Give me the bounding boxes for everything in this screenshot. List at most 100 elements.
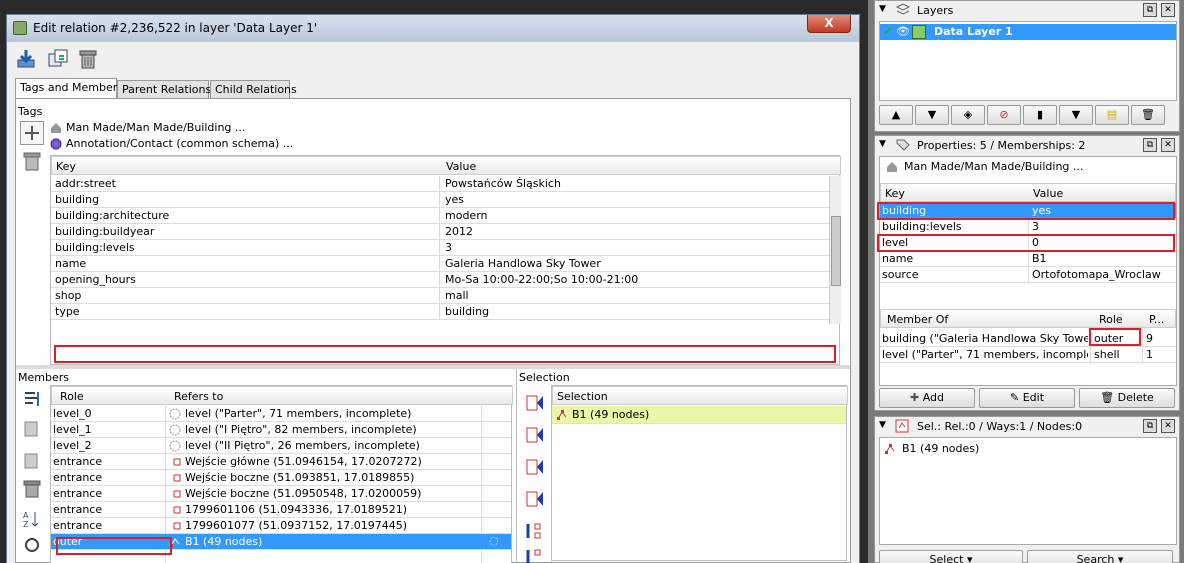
add-after-icon[interactable]: [525, 457, 545, 477]
selection-icon: [895, 419, 909, 436]
properties-table-header: Key Value: [880, 183, 1176, 202]
tag-value: 3: [445, 241, 452, 254]
highlight-outer-role: [56, 537, 172, 555]
tag-row[interactable]: shop mall: [51, 288, 829, 304]
move-down-icon[interactable]: [22, 419, 42, 439]
select-button[interactable]: Select ▾: [879, 550, 1023, 563]
edit-member-icon[interactable]: [22, 451, 42, 471]
col-key[interactable]: Key: [885, 187, 905, 200]
tag-key: building:levels: [55, 241, 135, 254]
dock-button[interactable]: ⧉: [1143, 419, 1157, 433]
toggle-visibility-button[interactable]: ⊘: [987, 105, 1021, 125]
tag-row[interactable]: building:buildyear 2012: [51, 224, 829, 240]
tag-row[interactable]: name Galeria Handlowa Sky Tower: [51, 256, 829, 272]
title-bar[interactable]: Edit relation #2,236,522 in layer 'Data …: [6, 14, 860, 42]
layer-item[interactable]: ✔ 👁 Data Layer 1: [880, 24, 1176, 40]
properties-preset[interactable]: Man Made/Man Made/Building ...: [882, 159, 1172, 175]
member-row[interactable]: entrance Wejście boczne (51.093851, 17.01…: [51, 470, 511, 486]
remove-member-icon[interactable]: [22, 479, 42, 499]
delete-button[interactable]: 🗑 Delete: [1079, 388, 1175, 408]
col-position[interactable]: P...: [1149, 313, 1164, 326]
preset-contact[interactable]: Annotation/Contact (common schema) ...: [50, 137, 450, 151]
close-properties-button[interactable]: ✕: [1161, 138, 1175, 152]
tag-key: building:architecture: [55, 209, 170, 222]
add-before-icon[interactable]: [525, 425, 545, 445]
member-row[interactable]: entrance Wejście boczne (51.0950548, 17.0…: [51, 486, 511, 502]
opacity-button[interactable]: ▮: [1023, 105, 1057, 125]
property-row[interactable]: source Ortofotomapa_Wroclaw: [880, 267, 1176, 283]
property-row[interactable]: name B1: [880, 251, 1176, 267]
col-role[interactable]: Role: [60, 390, 84, 403]
member-ref: level ("I Piętro", 82 members, incomplet…: [185, 423, 417, 436]
col-value[interactable]: Value: [446, 160, 476, 173]
tag-row[interactable]: building yes: [51, 192, 829, 208]
col-selection[interactable]: Selection: [557, 390, 608, 403]
reverse-icon[interactable]: [22, 535, 42, 555]
select-members-icon[interactable]: [525, 521, 545, 541]
visible-eye-icon[interactable]: 👁: [896, 25, 910, 38]
layers-panel: ▼ Layers ⧉ ✕ ✔ 👁 Data Layer 1 ▲ ▼ ◈ ⊘ ▮ …: [874, 0, 1180, 132]
properties-title: Properties: 5 / Memberships: 2: [917, 139, 1086, 152]
remove-selected-icon[interactable]: [525, 547, 545, 563]
membership-role: shell: [1094, 348, 1120, 361]
tag-row[interactable]: type building: [51, 304, 829, 320]
window-title: Edit relation #2,236,522 in layer 'Data …: [33, 21, 318, 35]
close-selection-button[interactable]: ✕: [1161, 419, 1175, 433]
active-check-icon[interactable]: ✔: [883, 25, 892, 38]
member-row[interactable]: entrance 1799601106 (51.0943336, 17.01895…: [51, 502, 511, 518]
member-row[interactable]: level_1 level ("I Piętro", 82 members, in…: [51, 422, 511, 438]
collapse-icon[interactable]: ▼: [879, 4, 886, 14]
dock-button[interactable]: ⧉: [1143, 3, 1157, 17]
add-top-icon[interactable]: [525, 393, 545, 413]
sort-icon[interactable]: [22, 389, 42, 409]
collapse-icon[interactable]: ▼: [879, 139, 886, 149]
delete-tag-icon[interactable]: [22, 151, 42, 171]
sort-az-icon[interactable]: AZ: [22, 509, 42, 529]
col-value[interactable]: Value: [1033, 187, 1063, 200]
collapse-icon[interactable]: ▼: [879, 420, 886, 430]
col-member-of[interactable]: Member Of: [887, 313, 948, 326]
properties-panel: ▼ Properties: 5 / Memberships: 2 ⧉ ✕ Man…: [874, 135, 1180, 411]
add-bottom-icon[interactable]: [525, 489, 545, 509]
col-role[interactable]: Role: [1099, 313, 1123, 326]
col-key[interactable]: Key: [56, 160, 76, 173]
property-row[interactable]: building:levels 3: [880, 219, 1176, 235]
tag-row[interactable]: building:architecture modern: [51, 208, 829, 224]
tab-parent-relations[interactable]: Parent Relations: [117, 80, 211, 98]
add-button[interactable]: ✚ Add: [879, 388, 975, 408]
delete-icon[interactable]: [77, 48, 99, 70]
close-button[interactable]: X: [807, 15, 851, 33]
move-up-button[interactable]: ▲: [879, 105, 913, 125]
duplicate-icon[interactable]: [47, 48, 69, 70]
dock-button[interactable]: ⧉: [1143, 138, 1157, 152]
tab-tags-and-members[interactable]: Tags and Members: [15, 78, 123, 99]
move-down-button[interactable]: ▼: [915, 105, 949, 125]
member-row[interactable]: entrance Wejście główne (51.0946154, 17.0…: [51, 454, 511, 470]
tag-row[interactable]: addr:street Powstańców Śląskich: [51, 176, 829, 192]
delete-layer-button[interactable]: 🗑: [1131, 105, 1165, 125]
merge-layer-button[interactable]: ◈: [951, 105, 985, 125]
merge-down-button[interactable]: ▼: [1059, 105, 1093, 125]
search-button[interactable]: Search ▾: [1027, 550, 1173, 563]
preset-building[interactable]: Man Made/Man Made/Building ...: [50, 121, 450, 135]
member-role: level_2: [53, 439, 92, 452]
apply-icon[interactable]: [15, 48, 37, 70]
tags-scrollbar[interactable]: [829, 176, 841, 324]
tag-row[interactable]: building:levels 3: [51, 240, 829, 256]
tab-child-relations[interactable]: Child Relations: [210, 80, 297, 98]
membership-row[interactable]: level ("Parter", 71 members, incomplete)…: [880, 347, 1176, 363]
member-row[interactable]: level_2 level ("II Piętro", 26 members, i…: [51, 438, 511, 454]
add-tag-icon[interactable]: [20, 121, 44, 145]
edit-button[interactable]: ✎ Edit: [979, 388, 1075, 408]
member-row[interactable]: level_0 level ("Parter", 71 members, inco…: [51, 406, 511, 422]
col-refers-to[interactable]: Refers to: [174, 390, 223, 403]
duplicate-layer-button[interactable]: ▤: [1095, 105, 1129, 125]
tags-table-header: Key Value: [51, 156, 841, 175]
tag-row[interactable]: opening_hours Mo-Sa 10:00-22:00;So 10:00-…: [51, 272, 829, 288]
property-value: Ortofotomapa_Wroclaw: [1032, 268, 1161, 281]
member-row[interactable]: entrance 1799601077 (51.0937152, 17.01974…: [51, 518, 511, 534]
selection-list-item[interactable]: B1 (49 nodes): [882, 442, 1172, 458]
close-layers-button[interactable]: ✕: [1161, 3, 1175, 17]
selection-row[interactable]: B1 (49 nodes): [552, 406, 846, 424]
link-icon[interactable]: ◌: [489, 534, 499, 547]
